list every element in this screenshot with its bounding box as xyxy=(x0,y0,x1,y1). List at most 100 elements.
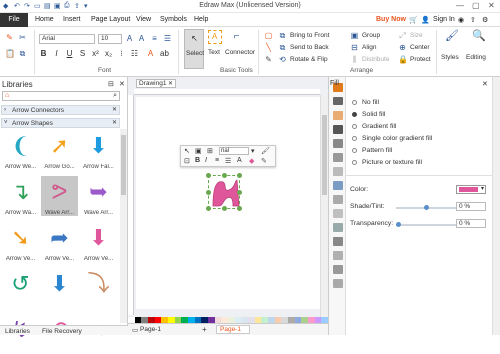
account-icon[interactable]: ◉ xyxy=(458,16,464,24)
group-icon[interactable]: ▣ xyxy=(350,31,359,40)
library-shape-item[interactable]: ➦ Arrow Ve... xyxy=(41,222,78,262)
resize-handle[interactable] xyxy=(237,173,242,178)
superscript-icon[interactable]: x² xyxy=(91,49,100,58)
shade-tint-input[interactable]: 0 % xyxy=(456,202,486,211)
share-icon[interactable]: ⇧ xyxy=(470,16,476,24)
library-shape-item[interactable]: ➥ Wave Arr... xyxy=(80,176,117,216)
hyperlink-panel-icon[interactable] xyxy=(333,167,343,176)
library-shape-item[interactable]: ⤵ xyxy=(80,268,117,308)
font-name-select[interactable]: Arial xyxy=(39,34,95,44)
connector-icon[interactable]: ⌐ xyxy=(232,32,241,42)
rectangle-shape-icon[interactable]: ▢ xyxy=(264,31,273,40)
styles-button[interactable]: Styles xyxy=(441,54,459,61)
resize-handle[interactable] xyxy=(206,206,211,211)
protect-button[interactable]: Protect xyxy=(410,56,431,63)
mini-italic-button[interactable]: I xyxy=(205,157,207,164)
category-arrow-shapes[interactable]: ˅ Arrow Shapes ✕ xyxy=(1,118,120,128)
settings-icon[interactable]: ⚙ xyxy=(482,16,488,24)
slider-knob[interactable] xyxy=(396,222,401,227)
resize-handle[interactable] xyxy=(222,206,227,211)
resize-handle[interactable] xyxy=(222,173,227,178)
library-shape-item[interactable]: ➘ Arrow Ve... xyxy=(2,222,39,262)
library-shape-item[interactable]: ⬇ xyxy=(41,268,78,308)
numbering-icon[interactable]: ☷ xyxy=(130,49,139,58)
protect-icon[interactable]: 🔒 xyxy=(398,55,408,64)
buy-now-link[interactable]: Buy Now xyxy=(376,16,406,23)
send-to-back-button[interactable]: Send to Back xyxy=(290,44,329,51)
library-shape-item[interactable]: ❨ Arrow We... xyxy=(2,130,39,170)
editing-button[interactable]: Editing xyxy=(466,54,486,61)
resize-handle[interactable] xyxy=(206,190,211,195)
copy-icon[interactable]: ⧉ xyxy=(18,49,27,58)
history-panel-icon[interactable] xyxy=(333,251,343,260)
dropdown-icon[interactable]: ▾ xyxy=(251,147,255,155)
menu-file[interactable]: File xyxy=(0,13,28,27)
page-tab-1[interactable]: Page-1 xyxy=(140,326,161,333)
right-panel-scrollbar[interactable] xyxy=(492,77,500,335)
page-menu-icon[interactable]: ▭ xyxy=(132,326,138,334)
select-icon[interactable]: ↖ xyxy=(184,147,190,155)
subscript-icon[interactable]: x₂ xyxy=(104,49,113,58)
bold-icon[interactable]: B xyxy=(39,49,48,58)
group-button[interactable]: Group xyxy=(362,32,380,39)
gradient-fill-option[interactable]: Gradient fill xyxy=(352,123,396,130)
bring-to-front-icon[interactable]: ⧉ xyxy=(278,31,287,40)
transparency-input[interactable]: 0 % xyxy=(456,219,486,228)
drawing-page[interactable] xyxy=(136,97,320,309)
cart-icon[interactable]: 🛒 xyxy=(409,16,418,24)
sign-in-link[interactable]: Sign In xyxy=(433,16,455,23)
style-icon[interactable]: ▣ xyxy=(195,147,202,155)
library-shape-item[interactable]: ᕗ Wave Arr... xyxy=(41,176,78,216)
resize-handle[interactable] xyxy=(237,190,242,195)
shade-tint-slider[interactable] xyxy=(396,205,456,210)
close-panel-icon[interactable]: ✕ xyxy=(482,80,488,88)
pin-icon[interactable]: ⊟ xyxy=(108,80,114,88)
library-shape-item[interactable]: ⬇ Arrow Fal... xyxy=(80,130,117,170)
comment-panel-icon[interactable] xyxy=(333,209,343,218)
document-tab[interactable]: Drawing1 ✕ xyxy=(136,79,176,88)
grow-font-icon[interactable]: A xyxy=(125,34,134,43)
search-icon[interactable]: ⌕ xyxy=(113,92,117,100)
menu-view[interactable]: View xyxy=(136,16,151,23)
font-color-icon[interactable]: A xyxy=(146,49,155,58)
font-size-select[interactable]: 10 xyxy=(98,34,122,44)
navigation-panel-icon[interactable] xyxy=(333,265,343,274)
library-scrollbar[interactable] xyxy=(120,129,127,323)
data-panel-icon[interactable] xyxy=(333,237,343,246)
italic-icon[interactable]: I xyxy=(52,49,61,58)
menu-symbols[interactable]: Symbols xyxy=(160,16,187,23)
strikethrough-icon[interactable]: S xyxy=(78,49,87,58)
resize-handle[interactable] xyxy=(237,206,242,211)
rotate-flip-icon[interactable]: ⟲ xyxy=(278,55,287,64)
pen-tool-icon[interactable]: ✎ xyxy=(264,55,273,64)
line-panel-icon[interactable] xyxy=(333,97,343,105)
menu-help[interactable]: Help xyxy=(194,16,208,23)
mini-font-color-icon[interactable]: A xyxy=(237,157,242,164)
picture-texture-fill-option[interactable]: Picture or texture fill xyxy=(352,159,422,166)
shrink-font-icon[interactable]: A xyxy=(137,34,146,43)
mini-list-button[interactable]: ☰ xyxy=(225,157,231,165)
center-icon[interactable]: ⊕ xyxy=(398,43,407,52)
select-tool-button[interactable]: ↖ Select xyxy=(184,29,204,69)
mini-line-icon[interactable]: ✎ xyxy=(261,157,267,165)
library-search-input[interactable]: ⌂ ⌕ xyxy=(2,91,120,101)
size-icon[interactable]: ⤢ xyxy=(398,31,407,40)
mini-align-button[interactable]: ≡ xyxy=(215,157,219,164)
text-tool-icon[interactable]: A xyxy=(208,30,222,44)
note-panel-icon[interactable] xyxy=(333,195,343,204)
solid-fill-option[interactable]: Solid fill xyxy=(352,111,385,118)
format-painter-icon[interactable]: ✎ xyxy=(5,33,14,42)
add-page-button[interactable]: + xyxy=(202,325,207,334)
text-tool-label[interactable]: Text xyxy=(208,49,220,56)
paste-icon[interactable]: 📋 xyxy=(5,49,15,58)
connector-tool-label[interactable]: Connector xyxy=(225,49,255,56)
pattern-fill-option[interactable]: Pattern fill xyxy=(352,147,392,154)
mini-bold-button[interactable]: B xyxy=(195,157,200,164)
send-to-back-icon[interactable]: ⧉ xyxy=(278,43,287,52)
distribute-icon[interactable]: ⫼ xyxy=(350,55,359,64)
close-panel-icon[interactable]: ✕ xyxy=(119,80,125,88)
single-color-gradient-fill-option[interactable]: Single color gradient fill xyxy=(352,135,432,142)
close-tab-icon[interactable]: ✕ xyxy=(168,80,173,88)
shadow-panel-icon[interactable] xyxy=(333,111,343,120)
shape-icon[interactable]: ⊡ xyxy=(184,157,190,165)
